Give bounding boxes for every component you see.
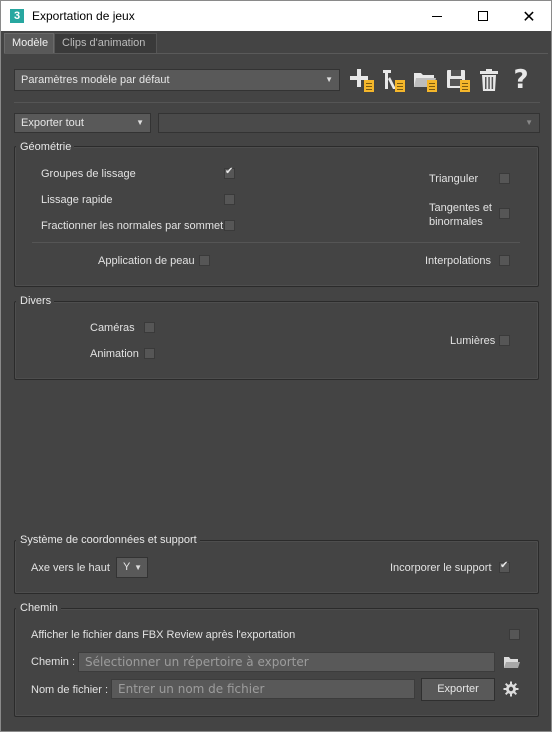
- split-normals-label: Fractionner les normales par sommet: [41, 220, 224, 232]
- minimize-button[interactable]: [414, 1, 460, 32]
- geometry-group-title: Géométrie: [16, 141, 75, 153]
- app-logo-icon: 3: [10, 9, 24, 23]
- delete-icon[interactable]: [476, 67, 502, 93]
- save-preset-icon[interactable]: [445, 67, 471, 93]
- chevron-down-icon: ▼: [134, 563, 142, 572]
- up-axis-dropdown[interactable]: Y ▼: [116, 557, 148, 578]
- cameras-checkbox[interactable]: [144, 322, 155, 333]
- chevron-down-icon: ▼: [325, 75, 333, 84]
- split-normals-checkbox[interactable]: [224, 220, 235, 231]
- up-axis-value: Y: [123, 561, 131, 573]
- chevron-down-icon: ▼: [525, 118, 533, 127]
- tangents-label-line2: binormales: [429, 216, 483, 228]
- fbx-review-checkbox[interactable]: [509, 629, 520, 640]
- fast-smoothing-checkbox[interactable]: [224, 194, 235, 205]
- tangents-label-line1: Tangentes et: [429, 202, 492, 214]
- smoothing-groups-checkbox[interactable]: [224, 166, 235, 179]
- lights-label: Lumières: [450, 335, 496, 347]
- coords-group-title: Système de coordonnées et support: [16, 534, 200, 546]
- separator: [14, 102, 540, 103]
- tab-animation-clips[interactable]: Clips d'animation: [54, 33, 157, 53]
- embed-media-checkbox[interactable]: [499, 560, 510, 573]
- folder-input[interactable]: Sélectionner un répertoire à exporter: [78, 652, 495, 672]
- animation-checkbox[interactable]: [144, 348, 155, 359]
- title-bar[interactable]: 3 Exportation de jeux ✕: [0, 0, 552, 31]
- triangulate-label: Trianguler: [429, 173, 479, 185]
- gear-icon[interactable]: [503, 681, 519, 697]
- preset-dropdown-value: Paramètres modèle par défaut: [21, 74, 170, 86]
- window-title: Exportation de jeux: [32, 9, 135, 23]
- fbx-review-label: Afficher le fichier dans FBX Review aprè…: [31, 629, 296, 641]
- add-preset-icon[interactable]: [349, 67, 375, 93]
- filename-input[interactable]: Entrer un nom de fichier: [111, 679, 415, 699]
- chevron-down-icon: ▼: [136, 118, 144, 127]
- misc-group-title: Divers: [16, 295, 55, 307]
- export-scope-value: Exporter tout: [21, 117, 84, 129]
- interpolations-label: Interpolations: [425, 255, 492, 267]
- embed-media-label: Incorporer le support: [390, 562, 492, 574]
- tab-model[interactable]: Modèle: [4, 33, 54, 53]
- skinning-label: Application de peau: [98, 255, 195, 267]
- close-button[interactable]: ✕: [506, 1, 552, 32]
- cameras-label: Caméras: [90, 322, 135, 334]
- lights-checkbox[interactable]: [499, 335, 510, 346]
- preset-dropdown[interactable]: Paramètres modèle par défaut ▼: [14, 69, 340, 91]
- open-preset-icon[interactable]: [412, 67, 438, 93]
- smoothing-groups-label: Groupes de lissage: [41, 168, 136, 180]
- geometry-separator: [32, 242, 520, 243]
- maximize-icon: [478, 11, 488, 21]
- skinning-checkbox[interactable]: [199, 255, 210, 266]
- triangulate-checkbox[interactable]: [499, 173, 510, 184]
- tangents-checkbox[interactable]: [499, 208, 510, 219]
- help-icon[interactable]: ?: [508, 67, 534, 93]
- up-axis-label: Axe vers le haut: [31, 562, 110, 574]
- export-selection-dropdown[interactable]: ▼: [158, 113, 540, 133]
- minimize-icon: [432, 16, 442, 17]
- folder-label: Chemin :: [31, 656, 76, 668]
- edit-preset-icon[interactable]: [380, 67, 406, 93]
- animation-label: Animation: [90, 348, 139, 360]
- fast-smoothing-label: Lissage rapide: [41, 194, 113, 206]
- folder-browse-icon[interactable]: [503, 654, 521, 670]
- path-group-title: Chemin: [16, 602, 61, 614]
- filename-label: Nom de fichier :: [31, 684, 109, 696]
- close-icon: ✕: [522, 9, 536, 26]
- interpolations-checkbox[interactable]: [499, 255, 510, 266]
- export-button[interactable]: Exporter: [421, 678, 495, 701]
- maximize-button[interactable]: [460, 1, 506, 32]
- export-scope-dropdown[interactable]: Exporter tout ▼: [14, 113, 151, 133]
